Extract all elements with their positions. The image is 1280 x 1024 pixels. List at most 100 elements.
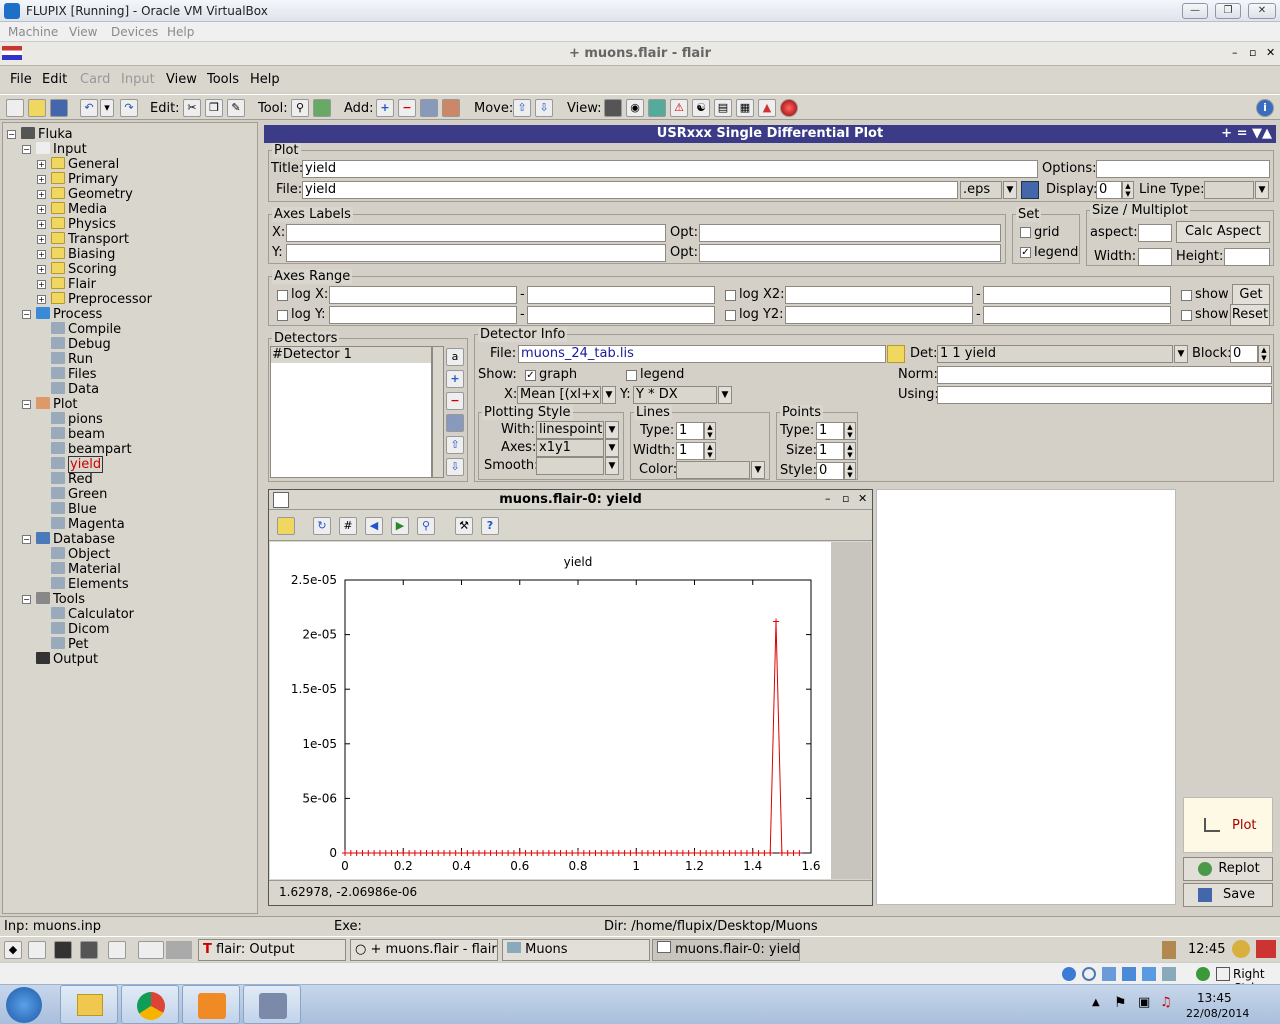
show-y-checkbox[interactable] [1181, 310, 1192, 321]
detector-remove-icon[interactable]: − [446, 392, 464, 410]
axes-select[interactable]: x1y1 [536, 439, 604, 457]
block-spinner[interactable]: ▲ ▼ [1258, 345, 1270, 363]
xmax-input[interactable] [527, 286, 715, 304]
tree-item-pet[interactable]: Pet [51, 637, 88, 652]
menu-card[interactable]: Card [80, 72, 110, 87]
remove-icon[interactable]: − [398, 99, 416, 117]
undo-icon[interactable]: ↶ [80, 99, 98, 117]
tree-item-biasing[interactable]: Biasing [51, 247, 115, 262]
tray-volume-muted-icon[interactable]: ♫ [1160, 995, 1172, 1010]
tree-item-transport[interactable]: Transport [51, 232, 129, 247]
points-style-input[interactable]: 0 [816, 462, 844, 480]
tree-input-expander-icon[interactable]: − [22, 145, 31, 154]
grid-icon[interactable]: # [339, 517, 357, 535]
linetype-dropdown-icon[interactable]: ▼ [1255, 181, 1269, 199]
points-size-input[interactable]: 1 [816, 442, 844, 460]
tray-flag-icon[interactable]: ⚑ [1114, 995, 1127, 1011]
open-folder-icon[interactable] [28, 99, 46, 117]
tree-item-yield[interactable]: yield [51, 456, 104, 473]
tree-item-general-expander-icon[interactable]: + [37, 160, 46, 169]
new-icon[interactable] [6, 99, 24, 117]
x2min-input[interactable] [785, 286, 973, 304]
zoom-icon[interactable]: ⚲ [417, 517, 435, 535]
detector-list-item[interactable]: #Detector 1 [271, 347, 431, 363]
fluka-view-icon[interactable] [604, 99, 622, 117]
y2max-input[interactable] [983, 306, 1171, 324]
tree-item-beampart[interactable]: beampart [51, 442, 132, 457]
restore-button[interactable]: ❐ [1215, 3, 1241, 19]
points-style-spinner[interactable]: ▲ ▼ [844, 462, 856, 480]
tree-root-expander-icon[interactable]: − [7, 130, 16, 139]
logout-icon[interactable] [1256, 940, 1276, 958]
logy2-checkbox[interactable] [725, 310, 736, 321]
axes-dropdown-icon[interactable]: ▼ [605, 439, 619, 457]
tree-item-flair-expander-icon[interactable]: + [37, 280, 46, 289]
copy-icon[interactable]: ❐ [205, 99, 223, 117]
ylabel-input[interactable] [286, 244, 666, 262]
menu-tools[interactable]: Tools [207, 72, 239, 87]
taskbar-chrome-button[interactable] [121, 985, 179, 1024]
x-sel-dropdown-icon[interactable]: ▼ [602, 386, 616, 404]
tree-item-files[interactable]: Files [51, 367, 97, 382]
tree-tools[interactable]: Tools [36, 592, 85, 607]
tree-item-media-expander-icon[interactable]: + [37, 205, 46, 214]
comment-icon[interactable] [442, 99, 460, 117]
y2min-input[interactable] [785, 306, 973, 324]
tree-process-expander-icon[interactable]: − [22, 310, 31, 319]
panel-header-controls[interactable]: + = ▼▲ [1221, 126, 1272, 141]
display-input[interactable]: 0 [1096, 181, 1122, 199]
materials-view-icon[interactable] [648, 99, 666, 117]
taskbar-virtualbox-button[interactable] [243, 985, 301, 1024]
tree-item-dicom[interactable]: Dicom [51, 622, 109, 637]
lines-type-spinner[interactable]: ▲ ▼ [704, 422, 716, 440]
settings-wrench-icon[interactable]: ⚒ [455, 517, 473, 535]
norm-input[interactable] [937, 366, 1272, 384]
smooth-dropdown-icon[interactable]: ▼ [605, 457, 619, 475]
tree-item-red[interactable]: Red [51, 472, 93, 487]
task-muons-folder[interactable]: Muons [502, 939, 650, 961]
menu-input[interactable]: Input [121, 72, 155, 87]
tool-wizard-icon[interactable] [313, 99, 331, 117]
with-select[interactable]: linespoints [536, 421, 604, 439]
block-input[interactable]: 0 [1230, 345, 1258, 363]
run-view-icon[interactable]: ☯ [692, 99, 710, 117]
tree-item-debug[interactable]: Debug [51, 337, 111, 352]
color-dropdown-icon[interactable]: ▼ [751, 461, 765, 479]
task-flair-output[interactable]: T flair: Output [198, 939, 346, 961]
tree-item-data[interactable]: Data [51, 382, 99, 397]
options-input[interactable] [1096, 160, 1270, 178]
x-sel-select[interactable]: Mean [(xl+xh [517, 386, 601, 404]
tree-item-physics[interactable]: Physics [51, 217, 116, 232]
save-icon[interactable] [50, 99, 68, 117]
reset-button[interactable]: Reset [1230, 304, 1270, 326]
menu-help[interactable]: Help [250, 72, 280, 87]
tree-item-physics-expander-icon[interactable]: + [37, 220, 46, 229]
legend-checkbox[interactable]: ✓ [1020, 247, 1031, 258]
graph-checkbox[interactable]: ✓ [525, 370, 536, 381]
yopt-input[interactable] [699, 244, 1001, 262]
smooth-select[interactable] [536, 457, 604, 475]
linetype-select[interactable] [1204, 181, 1254, 199]
vbox-menu-help[interactable]: Help [167, 25, 194, 39]
tree-database[interactable]: Database [36, 532, 115, 547]
tree-item-pions[interactable]: pions [51, 412, 103, 427]
detector-add-icon[interactable]: + [446, 370, 464, 388]
width-input[interactable] [1138, 248, 1172, 266]
cd-icon[interactable] [1082, 967, 1096, 981]
data-view-icon[interactable]: ▦ [736, 99, 754, 117]
tree-database-expander-icon[interactable]: − [22, 535, 31, 544]
vbox-menu-devices[interactable]: Devices [111, 25, 158, 39]
vbox-menu-view[interactable]: View [69, 25, 97, 39]
plot-canvas[interactable]: yield 0 0.2 0.4 0.6 0.8 1 1.2 1.4 1.6 0 5e-06 1e-05 1… [270, 542, 831, 879]
tree-item-general[interactable]: General [51, 157, 119, 172]
plot-max-icon[interactable]: ▫ [842, 492, 849, 505]
tree-item-calculator[interactable]: Calculator [51, 607, 134, 622]
xmin-input[interactable] [329, 286, 517, 304]
files-view-icon[interactable]: ▤ [714, 99, 732, 117]
add-icon[interactable]: + [376, 99, 394, 117]
x2max-input[interactable] [983, 286, 1171, 304]
desktop-1-icon[interactable] [138, 941, 164, 959]
tree-item-scoring[interactable]: Scoring [51, 262, 117, 277]
xlabel-input[interactable] [286, 224, 666, 242]
ymax-input[interactable] [527, 306, 715, 324]
